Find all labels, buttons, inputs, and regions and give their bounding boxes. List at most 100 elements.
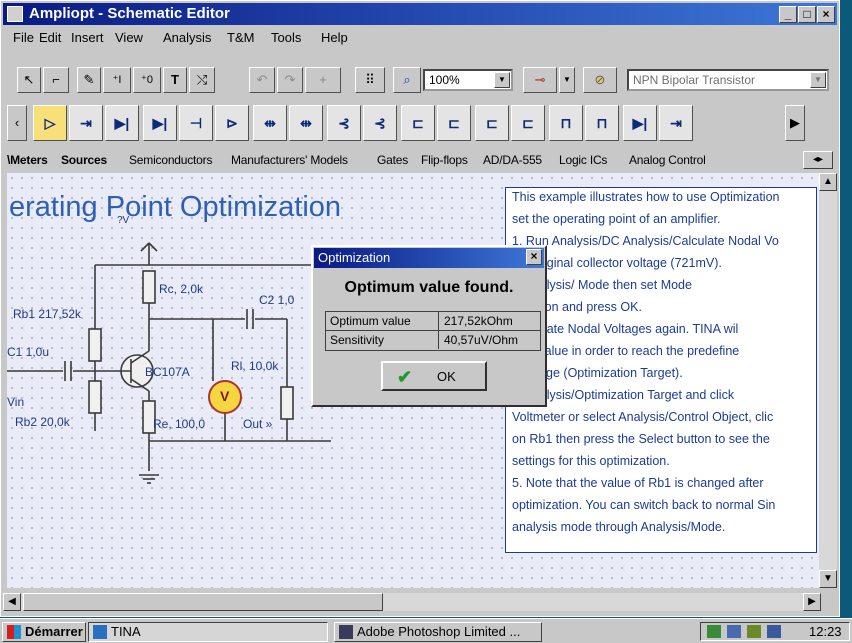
palette-igbt[interactable]: ⇥ [659, 105, 693, 141]
tray-app-icon[interactable] [727, 625, 741, 638]
tab-ad-da-555[interactable]: AD/DA-555 [483, 153, 542, 167]
menu-tm[interactable]: T&M [227, 30, 254, 45]
dialog-title-bar[interactable]: Optimization × [314, 248, 544, 268]
example-description-box[interactable]: This example illustrates how to use Opti… [505, 187, 817, 553]
windows-logo-icon [7, 625, 21, 639]
palette-thyristor[interactable]: ▶| [623, 105, 657, 141]
scroll-right-icon[interactable]: ▶ [803, 593, 821, 611]
palette-mosfet-4[interactable]: ⊓ [585, 105, 619, 141]
start-button[interactable]: Démarrer [2, 622, 86, 642]
table-divider [438, 331, 439, 349]
redo-icon[interactable]: ↷ [277, 67, 303, 93]
select-arrow-tool[interactable]: ↖ [17, 67, 41, 93]
taskbar-item-label: Adobe Photoshop Limited ... [357, 624, 521, 639]
tab-scroll-arrows[interactable]: ◂▸ [803, 151, 833, 169]
tray-app-icon[interactable] [767, 625, 781, 638]
palette-mosfet-1[interactable]: ⊏ [475, 105, 509, 141]
component-select[interactable]: NPN Bipolar Transistor ▼ [627, 69, 829, 91]
dialog-close-button[interactable]: × [526, 249, 542, 265]
palette-diode-2[interactable]: ⇥ [69, 105, 103, 141]
crosshair-icon[interactable]: + [305, 67, 341, 93]
palette-diode-1[interactable]: ▷ [33, 105, 67, 141]
scroll-up-icon[interactable]: ▲ [819, 173, 837, 191]
network-icon[interactable] [707, 625, 721, 638]
optimization-dialog: Optimization × Optimum value found. Opti… [311, 245, 547, 407]
application-window: Ampliopt - Schematic Editor _ □ × File E… [0, 0, 840, 617]
tab-meters[interactable]: \Meters [7, 153, 48, 167]
clock[interactable]: 12:23 [809, 624, 842, 639]
palette-jfet-n[interactable]: ⊏ [401, 105, 435, 141]
app-icon[interactable] [7, 6, 23, 22]
menu-insert[interactable]: Insert [71, 30, 104, 45]
scroll-left-icon[interactable]: ◀ [3, 593, 21, 611]
schematic-heading: erating Point Optimization [9, 191, 342, 223]
palette-diode-3[interactable]: ▶| [105, 105, 139, 141]
tab-flip-flops[interactable]: Flip-flops [421, 153, 468, 167]
zoom-icon[interactable]: ⌕ [393, 67, 421, 93]
pencil-icon[interactable]: ✎ [77, 67, 101, 93]
palette-zener[interactable]: ▶| [143, 105, 177, 141]
title-bar[interactable]: Ampliopt - Schematic Editor _ □ × [3, 3, 837, 25]
test-probe-dropdown[interactable]: ▼ [559, 67, 575, 93]
test-probe-icon[interactable]: ⊸ [523, 67, 557, 93]
desktop-background [840, 0, 852, 618]
tab-sources[interactable]: Sources [61, 153, 107, 167]
taskbar: Démarrer TINA Adobe Photoshop Limited ..… [0, 618, 852, 643]
ok-button[interactable]: ✔ OK [381, 361, 487, 391]
palette-led[interactable]: ⊳ [215, 105, 249, 141]
out-label: Out » [243, 417, 273, 431]
rc-label: Rc, 2,0k [159, 282, 204, 296]
palette-jfet-p[interactable]: ⊏ [437, 105, 471, 141]
optimization-target-icon[interactable]: ⊘ [583, 67, 617, 93]
horizontal-scrollbar[interactable]: ◀ ▶ [3, 593, 821, 611]
taskbar-item-photoshop[interactable]: Adobe Photoshop Limited ... [334, 622, 542, 642]
note-line: analysis mode through Analysis/Mode. [512, 520, 726, 534]
vertical-scrollbar[interactable]: ▲ ▼ [819, 173, 837, 588]
menu-bar: File Edit Insert View Analysis T&M Tools… [3, 27, 837, 49]
chevron-down-icon[interactable]: ▼ [494, 72, 510, 88]
tab-manufacturers-models[interactable]: Manufacturers' Models [231, 153, 348, 167]
palette-diac[interactable]: ⇹ [253, 105, 287, 141]
tray-app-icon[interactable] [747, 625, 761, 638]
palette-scroll-right[interactable]: ▶ [785, 105, 805, 141]
tab-logic-ics[interactable]: Logic ICs [559, 153, 607, 167]
palette-tunnel-diode[interactable]: ⊣ [179, 105, 213, 141]
palette-triac[interactable]: ⇹ [289, 105, 323, 141]
palette-mosfet-2[interactable]: ⊏ [511, 105, 545, 141]
menu-analysis[interactable]: Analysis [163, 30, 211, 45]
re-label: Re, 100,0 [153, 417, 206, 431]
optimum-value: 217,52kOhm [444, 314, 513, 328]
close-button[interactable]: × [817, 6, 835, 23]
menu-help[interactable]: Help [321, 30, 348, 45]
tab-analog-control[interactable]: Analog Control [629, 153, 706, 167]
tab-gates[interactable]: Gates [377, 153, 408, 167]
grid-icon[interactable]: ⠿ [355, 67, 385, 93]
tab-semiconductors[interactable]: Semiconductors [129, 153, 212, 167]
output-marker-tool[interactable]: ⁺0 [133, 67, 161, 93]
wire-tool[interactable]: ⌐ [43, 67, 69, 93]
scroll-down-icon[interactable]: ▼ [819, 570, 837, 588]
text-tool[interactable]: T [163, 67, 187, 93]
chevron-down-icon[interactable]: ▼ [810, 72, 826, 88]
input-marker-tool[interactable]: ⁺I [103, 67, 131, 93]
menu-edit[interactable]: Edit [39, 30, 61, 45]
palette-pnp[interactable]: ⊰ [363, 105, 397, 141]
palette-mosfet-3[interactable]: ⊓ [549, 105, 583, 141]
palette-scroll-left[interactable]: ‹ [7, 105, 27, 141]
palette-npn[interactable]: ⊰ [327, 105, 361, 141]
maximize-button[interactable]: □ [798, 6, 816, 23]
menu-tools[interactable]: Tools [271, 30, 301, 45]
rl-label: Rl, 10,0k [231, 359, 279, 373]
minimize-button[interactable]: _ [779, 6, 797, 23]
menu-view[interactable]: View [115, 30, 143, 45]
sensitivity-value: 40,57uV/Ohm [444, 333, 519, 347]
note-line: Voltmeter or select Analysis/Control Obj… [512, 410, 774, 424]
delete-wire-tool[interactable]: ⤭ [189, 67, 215, 93]
zoom-select[interactable]: 100% ▼ [423, 69, 513, 91]
taskbar-item-tina[interactable]: TINA [88, 622, 328, 642]
voltmeter-label: V [220, 388, 230, 404]
undo-icon[interactable]: ↶ [249, 67, 275, 93]
menu-file[interactable]: File [13, 30, 34, 45]
qv-label: ?V [117, 215, 130, 226]
scroll-thumb[interactable] [23, 593, 383, 611]
